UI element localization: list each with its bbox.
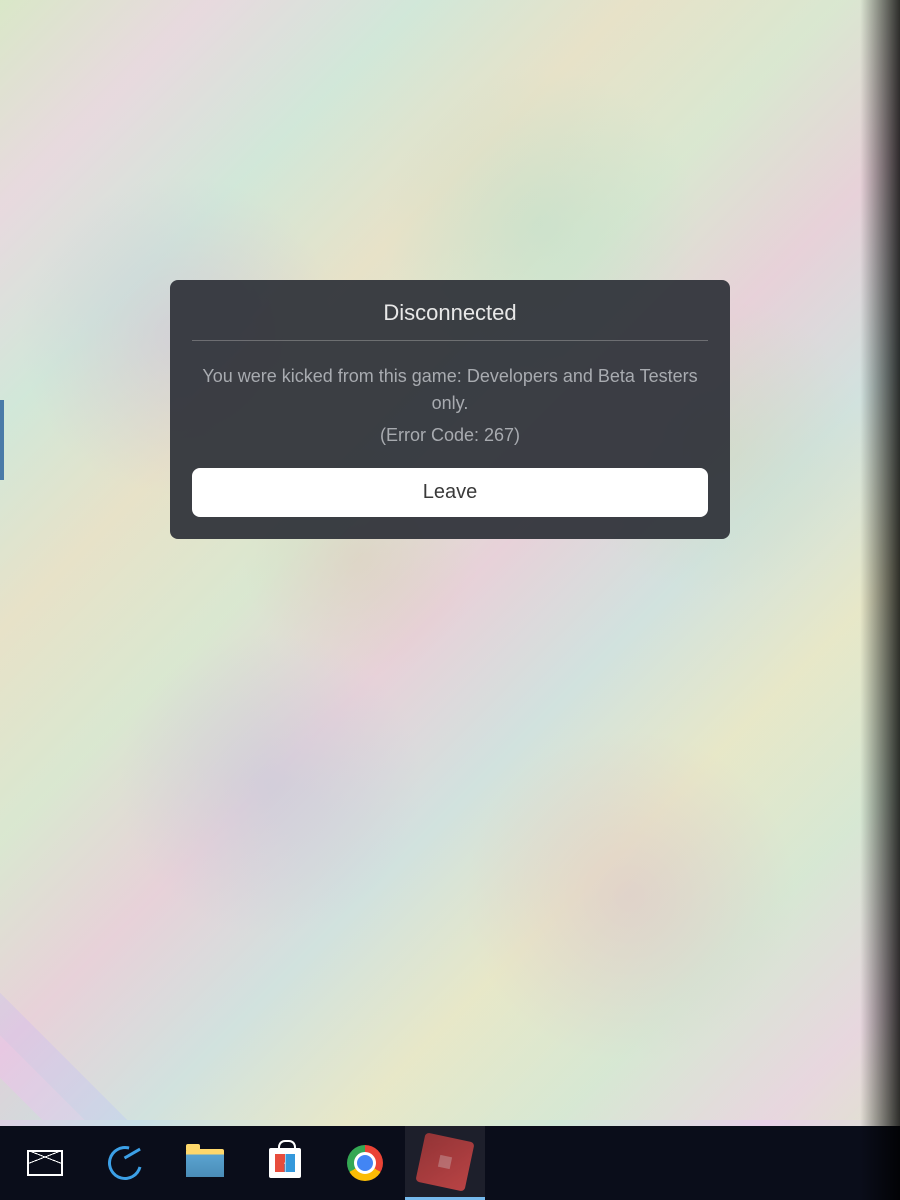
edge-icon xyxy=(102,1140,148,1186)
disconnect-dialog: Disconnected You were kicked from this g… xyxy=(170,280,730,539)
taskbar-chrome[interactable] xyxy=(325,1126,405,1200)
chrome-icon xyxy=(347,1145,383,1181)
screen-edge-artifact xyxy=(0,400,4,480)
leave-button[interactable]: Leave xyxy=(192,468,708,517)
store-icon xyxy=(269,1148,301,1178)
taskbar-file-explorer[interactable] xyxy=(165,1126,245,1200)
dialog-error-code: (Error Code: 267) xyxy=(192,425,708,468)
taskbar-mail[interactable] xyxy=(5,1126,85,1200)
dialog-title: Disconnected xyxy=(192,300,708,341)
taskbar-edge[interactable] xyxy=(85,1126,165,1200)
folder-icon xyxy=(186,1149,224,1177)
mail-icon xyxy=(27,1150,63,1176)
game-background xyxy=(0,0,900,1120)
taskbar-microsoft-store[interactable] xyxy=(245,1126,325,1200)
monitor-bezel xyxy=(860,0,900,1200)
roblox-icon xyxy=(415,1132,474,1191)
dialog-message: You were kicked from this game: Develope… xyxy=(192,341,708,425)
taskbar-roblox[interactable] xyxy=(405,1126,485,1200)
windows-taskbar xyxy=(0,1126,900,1200)
